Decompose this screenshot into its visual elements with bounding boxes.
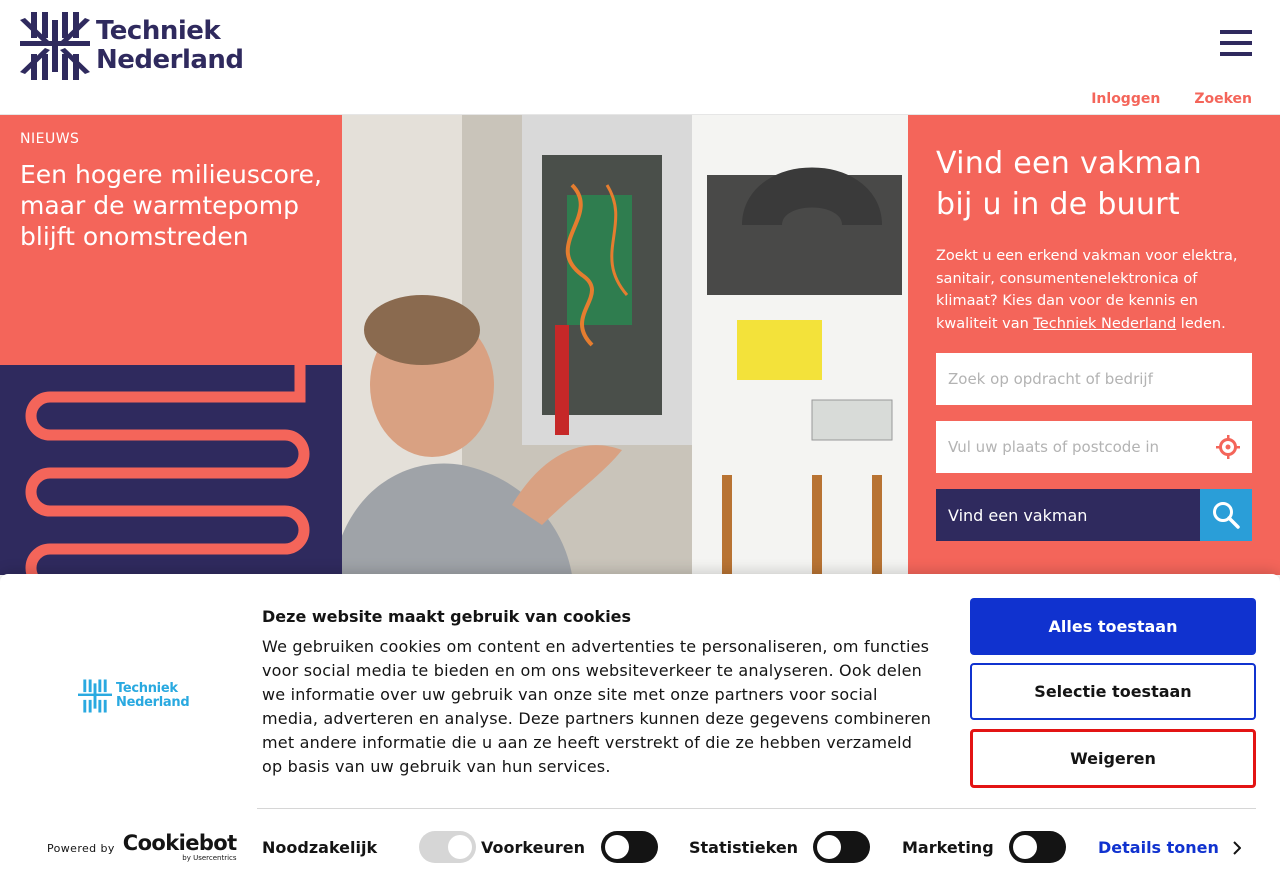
deny-button[interactable]: Weigeren	[970, 729, 1256, 788]
preferences-switch[interactable]	[600, 831, 658, 863]
chevron-right-icon	[1233, 840, 1241, 855]
allow-all-button[interactable]: Alles toestaan	[970, 598, 1256, 655]
powered-by-cookiebot[interactable]: Powered by Cookiebot by Usercentrics	[47, 832, 237, 862]
search-submit-button[interactable]	[1200, 489, 1252, 541]
find-professional-button[interactable]: Vind een vakman	[936, 489, 1200, 541]
find-professional-panel: Vind een vakman bij u in de buurt Zoekt …	[908, 115, 1280, 575]
logo-line-1: Techniek	[96, 16, 221, 46]
hamburger-icon	[1220, 30, 1252, 34]
site-logo[interactable]: Techniek Nederland	[20, 11, 244, 81]
search-field	[936, 353, 1252, 405]
finder-description: Zoekt u een erkend vakman voor elektra, …	[936, 245, 1252, 335]
cookiebot-sub: by Usercentrics	[182, 854, 237, 862]
details-label: Details tonen	[1098, 838, 1219, 857]
top-links: Inloggen Zoeken	[1091, 91, 1252, 107]
allow-selection-button[interactable]: Selectie toestaan	[970, 663, 1256, 720]
menu-button[interactable]	[1220, 30, 1252, 58]
toggle-label: Voorkeuren	[481, 837, 585, 857]
site-header: Techniek Nederland Inloggen Zoeken	[0, 0, 1280, 115]
pipe-icon	[25, 365, 310, 575]
search-link[interactable]: Zoeken	[1194, 91, 1252, 107]
cookie-banner: Techniek Nederland Deze website maakt ge…	[0, 574, 1280, 887]
powered-by-label: Powered by	[47, 842, 115, 855]
location-field	[936, 421, 1252, 473]
search-icon	[1213, 502, 1240, 529]
location-input[interactable]	[948, 438, 1240, 456]
crosshair-icon[interactable]	[1216, 435, 1240, 459]
finder-title-line-1: Vind een vakman	[936, 146, 1202, 181]
cookiebot-logo: Cookiebot by Usercentrics	[123, 832, 237, 862]
finder-title-line-2: bij u in de buurt	[936, 187, 1180, 222]
techniek-nederland-link[interactable]: Techniek Nederland	[1033, 316, 1176, 332]
cookie-banner-logo: Techniek Nederland	[78, 679, 190, 713]
toggle-statistics: Statistieken	[689, 831, 871, 863]
snowflake-logo-icon	[20, 12, 90, 80]
toggle-label: Marketing	[902, 837, 994, 857]
toggle-label: Statistieken	[689, 837, 799, 857]
hero-photo	[342, 115, 908, 575]
cookiebot-name: Cookiebot	[122, 831, 237, 855]
necessary-switch	[419, 831, 477, 863]
search-input[interactable]	[948, 370, 1240, 388]
cookie-divider	[257, 808, 1256, 809]
toggle-necessary: Noodzakelijk	[262, 831, 477, 863]
toggle-marketing: Marketing	[902, 831, 1066, 863]
cookie-title: Deze website maakt gebruik van cookies	[262, 607, 632, 626]
news-kicker: NIEUWS	[20, 131, 80, 147]
cookie-logo-line-1: Techniek	[116, 681, 178, 696]
login-link[interactable]: Inloggen	[1091, 91, 1160, 107]
statistics-switch[interactable]	[813, 831, 871, 863]
logo-line-2: Nederland	[96, 45, 244, 75]
toggle-preferences: Voorkeuren	[481, 831, 658, 863]
cookie-logo-wordmark: Techniek Nederland	[116, 681, 190, 710]
decorative-pipe-graphic	[0, 365, 342, 575]
cookie-logo-line-2: Nederland	[116, 695, 190, 710]
news-panel[interactable]: NIEUWS Een hogere milieuscore, maar de w…	[0, 115, 342, 365]
toggle-label: Noodzakelijk	[262, 837, 378, 857]
marketing-switch[interactable]	[1008, 831, 1066, 863]
snowflake-logo-icon	[78, 679, 112, 713]
news-title[interactable]: Een hogere milieuscore, maar de warmtepo…	[20, 159, 322, 252]
finder-text-after: leden.	[1176, 315, 1226, 332]
logo-wordmark: Techniek Nederland	[96, 17, 244, 75]
finder-title: Vind een vakman bij u in de buurt	[936, 143, 1252, 225]
cookie-description: We gebruiken cookies om content en adver…	[262, 637, 932, 776]
show-details-link[interactable]: Details tonen	[1098, 838, 1241, 857]
